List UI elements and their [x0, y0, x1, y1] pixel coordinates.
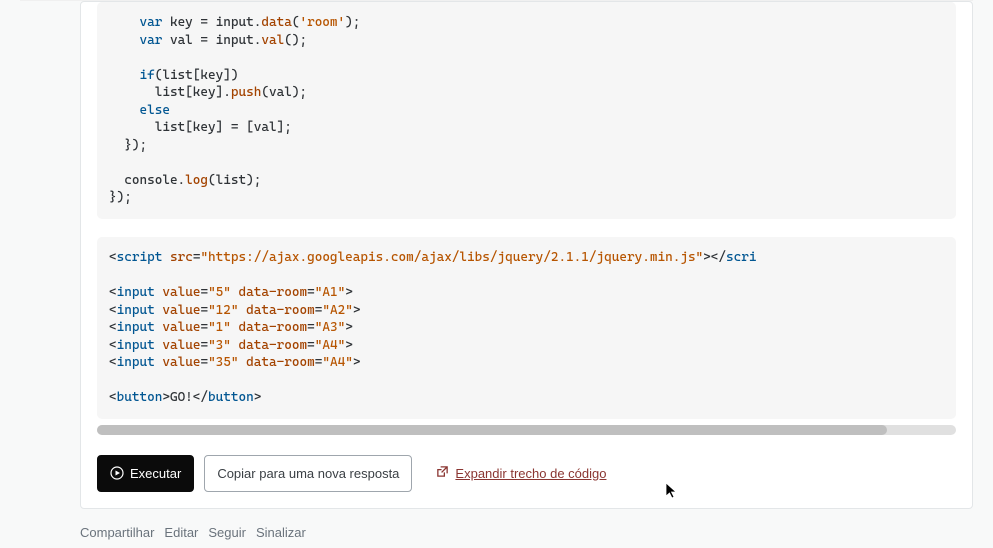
edit-link[interactable]: Editar: [164, 525, 198, 540]
play-icon: [110, 466, 124, 480]
expand-link-label: Expandir trecho de código: [455, 466, 606, 481]
run-button[interactable]: Executar: [97, 455, 194, 492]
copy-button-label: Copiar para uma nova resposta: [217, 466, 399, 481]
expand-link[interactable]: Expandir trecho de código: [436, 465, 606, 481]
flag-link[interactable]: Sinalizar: [256, 525, 306, 540]
code-block-html: <script src="https://ajax.googleapis.com…: [97, 237, 956, 419]
code-scrollbar-thumb[interactable]: [97, 425, 887, 435]
code-block-js: var key = input.data('room'); var val = …: [97, 2, 956, 219]
external-link-icon: [436, 465, 449, 481]
post-footer-links: Compartilhar Editar Seguir Sinalizar: [80, 525, 973, 540]
copy-button[interactable]: Copiar para uma nova resposta: [204, 455, 412, 492]
follow-link[interactable]: Seguir: [208, 525, 246, 540]
run-button-label: Executar: [130, 466, 181, 481]
snippet-actions: Executar Copiar para uma nova resposta E…: [97, 455, 956, 492]
code-scrollbar[interactable]: [97, 425, 956, 435]
answer-card: var key = input.data('room'); var val = …: [80, 1, 973, 509]
share-link[interactable]: Compartilhar: [80, 525, 154, 540]
